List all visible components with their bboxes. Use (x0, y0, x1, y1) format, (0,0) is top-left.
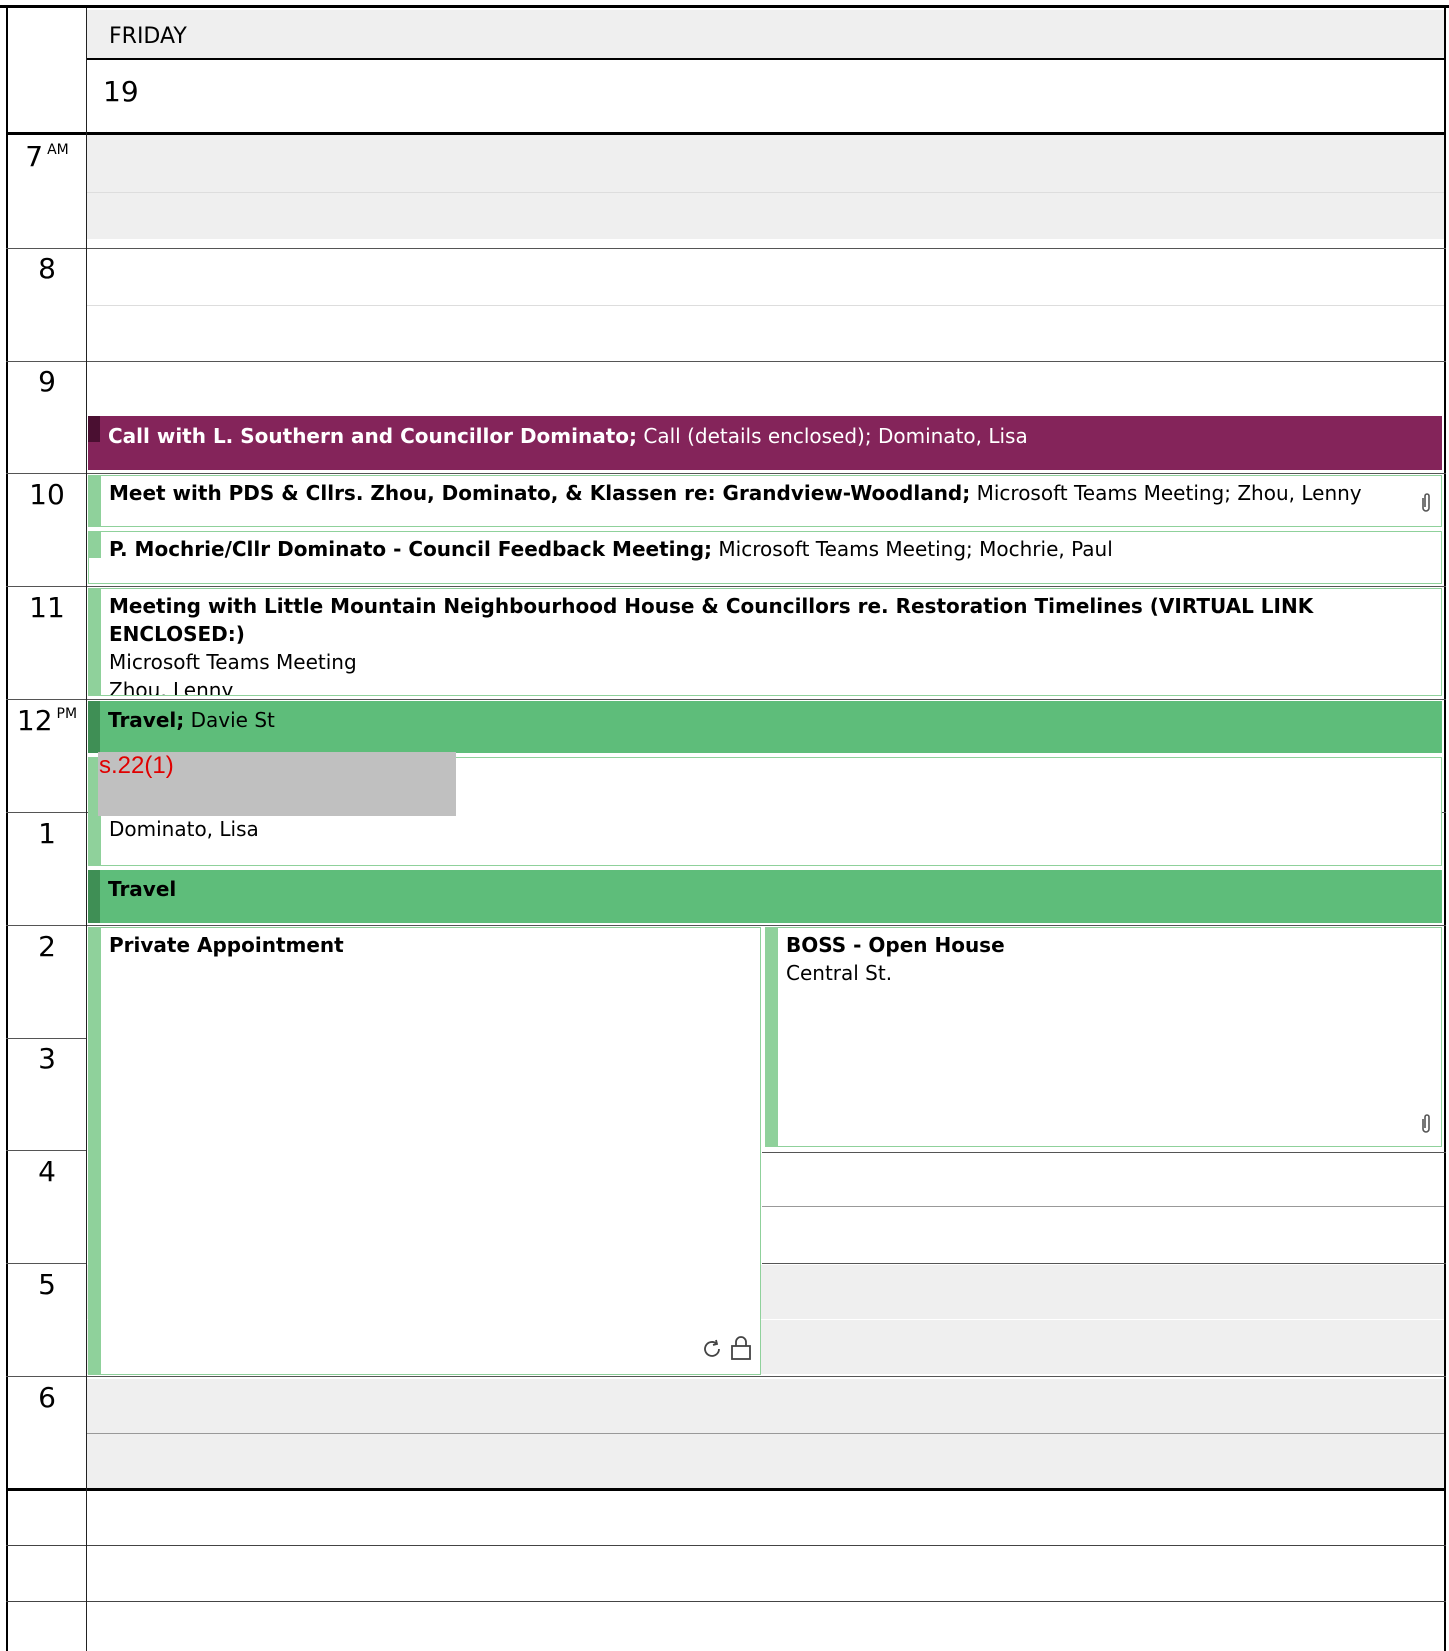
event-text: P. Mochrie/Cllr Dominato - Council Feedb… (109, 537, 1113, 561)
day-header[interactable]: FRIDAY (87, 10, 1444, 60)
hour-label-4: 4 (38, 1155, 56, 1188)
event-title: BOSS - Open House (786, 933, 1005, 957)
event-text: Call with L. Southern and Councillor Dom… (108, 424, 1028, 448)
hour-line (6, 925, 1446, 926)
event-color-strip (89, 589, 101, 695)
calendar-top-border (0, 0, 1449, 8)
event-travel-davie[interactable]: Travel; Davie St (88, 701, 1442, 753)
hour-label-12pm: 12 PM (16, 704, 78, 737)
hour-label-2: 2 (38, 930, 56, 963)
hour-line (6, 248, 1446, 249)
recurring-icon (700, 1337, 724, 1366)
event-color-strip (88, 870, 100, 923)
hour-label-3: 3 (38, 1042, 56, 1075)
time-slot-7am[interactable] (87, 135, 1444, 239)
event-organizer: Zhou, Lenny (109, 678, 234, 696)
hour-label-10: 10 (29, 478, 65, 511)
event-private-appointment[interactable]: Private Appointment (88, 927, 761, 1375)
date-row[interactable]: 19 (87, 61, 1444, 133)
time-slot-6pm[interactable] (87, 1379, 1444, 1489)
event-location: Microsoft Teams Meeting (109, 650, 357, 674)
event-text: Travel (108, 877, 177, 901)
day-end-divider (6, 1488, 1446, 1491)
half-hour-line (87, 305, 1444, 306)
redaction-box: s.22(1) (98, 752, 456, 816)
hour-line (6, 473, 1446, 474)
bottom-row-line (6, 1545, 1446, 1546)
event-text: BOSS - Open House Central St. (786, 931, 1429, 987)
lock-icon (730, 1335, 752, 1366)
event-color-strip (88, 701, 100, 753)
event-text: Meeting with Little Mountain Neighbourho… (109, 592, 1429, 696)
event-color-strip (766, 928, 778, 1146)
hour-line (6, 1376, 1446, 1377)
event-pds-meeting[interactable]: Meet with PDS & Cllrs. Zhou, Dominato, &… (88, 475, 1442, 527)
event-text: Meet with PDS & Cllrs. Zhou, Dominato, &… (109, 481, 1362, 505)
event-travel[interactable]: Travel (88, 870, 1442, 923)
time-gutter-divider (86, 8, 87, 1651)
hour-label-5: 5 (38, 1268, 56, 1301)
event-text: Travel; Davie St (108, 708, 275, 732)
paperclip-icon (1419, 1113, 1433, 1140)
hour-line (6, 1263, 86, 1264)
hour-line (6, 586, 1446, 587)
event-text: Private Appointment (109, 933, 344, 957)
hour-line (6, 1038, 86, 1039)
hour-line (6, 1150, 86, 1151)
paperclip-icon (1419, 492, 1433, 519)
event-color-strip (88, 416, 100, 442)
hour-line (6, 361, 1446, 362)
hour-label-1: 1 (38, 817, 56, 850)
bottom-row-line (6, 1601, 1446, 1602)
hour-label-11: 11 (29, 591, 65, 624)
event-color-strip (89, 532, 101, 558)
event-little-mountain[interactable]: Meeting with Little Mountain Neighbourho… (88, 588, 1442, 696)
event-title: Meeting with Little Mountain Neighbourho… (109, 594, 1314, 646)
redaction-label: s.22(1) (99, 752, 174, 779)
hour-line (762, 1152, 1446, 1153)
half-hour-line (762, 1206, 1444, 1207)
event-location: Central St. (786, 961, 893, 985)
event-call-southern[interactable]: Call with L. Southern and Councillor Dom… (88, 416, 1442, 470)
day-name: FRIDAY (109, 24, 187, 49)
hour-line (762, 1263, 1446, 1264)
calendar-right-border (1444, 8, 1446, 1651)
event-mochrie-meeting[interactable]: P. Mochrie/Cllr Dominato - Council Feedb… (88, 531, 1442, 584)
hour-label-7am: 7 AM (25, 140, 69, 173)
event-color-strip (89, 476, 101, 526)
day-date: 19 (103, 75, 139, 108)
hour-label-9: 9 (38, 365, 56, 398)
hour-line (6, 699, 1446, 700)
hour-label-8: 8 (38, 252, 56, 285)
event-organizer: Dominato, Lisa (109, 817, 259, 841)
event-boss-open-house[interactable]: BOSS - Open House Central St. (765, 927, 1442, 1147)
event-color-strip (89, 928, 101, 1374)
hour-label-6: 6 (38, 1381, 56, 1414)
half-hour-line (87, 1433, 1444, 1434)
half-hour-line (87, 192, 1444, 193)
